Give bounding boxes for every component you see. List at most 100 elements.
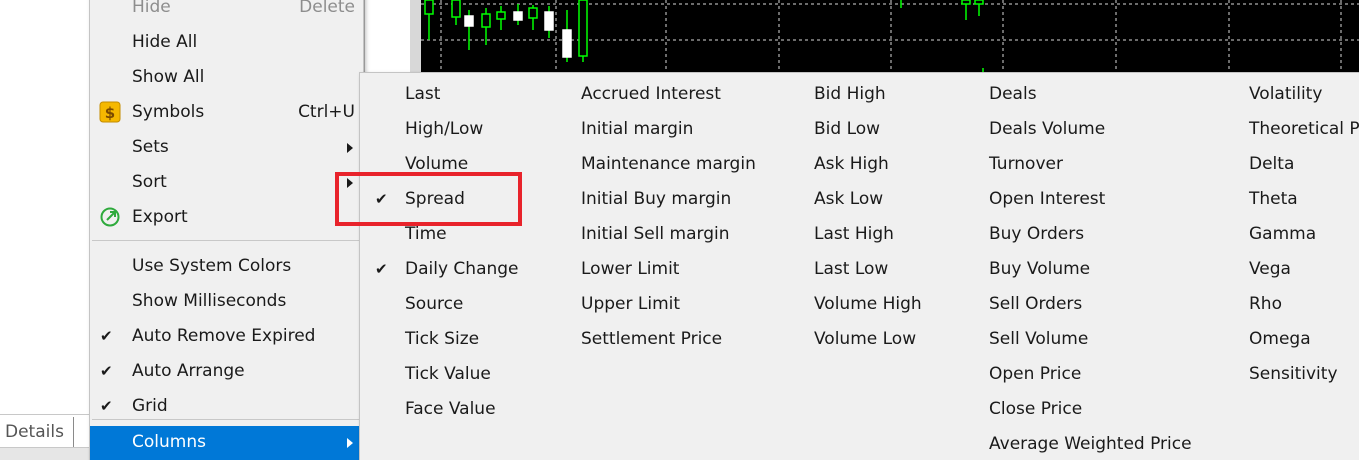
candle-body <box>974 0 984 5</box>
menu-item-hide[interactable]: Hide Delete <box>90 0 363 26</box>
column-option-label: Sensitivity <box>1249 364 1338 384</box>
menu-item-label: Sort <box>132 172 167 192</box>
column-option-label: Close Price <box>989 399 1083 419</box>
column-option-label: Volume High <box>814 294 922 314</box>
column-option-label: Accrued Interest <box>581 84 721 104</box>
candle-body <box>496 11 506 20</box>
symbols-panel: ail <box>0 0 90 460</box>
panel-scrollbar[interactable] <box>0 447 90 460</box>
column-option-label: Volume Low <box>814 329 917 349</box>
menu-item-sets[interactable]: Sets <box>90 131 363 166</box>
column-option-label: Daily Change <box>405 259 519 279</box>
menu-item-label: Symbols <box>132 102 205 122</box>
column-option-label: Time <box>405 224 447 244</box>
column-option-label: Settlement Price <box>581 329 723 349</box>
menu-item-sort[interactable]: Sort <box>90 166 363 201</box>
menu-item-label: Grid <box>132 396 168 416</box>
column-option-label: Average Weighted Price <box>989 434 1192 454</box>
column-option-label: Theoretical Price <box>1249 119 1359 139</box>
columns-submenu: Last High/Low Volume ✔ Spread Time ✔ Daily… <box>359 72 1359 460</box>
annotation-highlight-box <box>335 172 522 226</box>
menu-item-columns[interactable]: Columns <box>90 426 363 460</box>
column-option-label: Buy Volume <box>989 259 1091 279</box>
menu-item-label: Hide All <box>132 32 198 52</box>
column-option-label: Volatility <box>1249 84 1323 104</box>
column-option-label: Deals <box>989 84 1037 104</box>
tab-details[interactable]: Details <box>0 417 74 447</box>
column-option-label: Initial Buy margin <box>581 189 732 209</box>
menu-item-show-all[interactable]: Show All <box>90 61 363 96</box>
menu-item-auto-remove-expired[interactable]: ✔ Auto Remove Expired <box>90 320 363 355</box>
column-option-label: Last Low <box>814 259 889 279</box>
column-option-label: Rho <box>1249 294 1282 314</box>
column-option-label: Volume <box>405 154 469 174</box>
column-option-label: Buy Orders <box>989 224 1085 244</box>
menu-item-label: Hide <box>132 0 171 17</box>
column-option-label: Initial margin <box>581 119 694 139</box>
column-option-label: Vega <box>1249 259 1291 279</box>
column-option-label: Face Value <box>405 399 496 419</box>
menu-item-label: Show Milliseconds <box>132 291 287 311</box>
menu-item-hide-all[interactable]: Hide All <box>90 26 363 61</box>
column-option-label: Sell Orders <box>989 294 1083 314</box>
column-option-label: Maintenance margin <box>581 154 756 174</box>
candle-body <box>451 0 461 18</box>
price-chart[interactable] <box>421 0 1359 72</box>
panel-divider <box>0 414 90 415</box>
candle-body <box>961 0 971 5</box>
candle-body <box>424 0 434 15</box>
candle-body <box>481 13 491 28</box>
market-watch-panel: 505 <box>364 0 410 72</box>
column-option-label: Last High <box>814 224 894 244</box>
menu-item-use-system-colors[interactable]: Use System Colors <box>90 250 363 285</box>
menu-item-label: Show All <box>132 67 205 87</box>
candle-body <box>513 11 523 21</box>
clipped-value: 505 <box>371 0 398 4</box>
column-option-label: Turnover <box>989 154 1063 174</box>
menu-item-label: Columns <box>132 432 206 452</box>
check-icon: ✔ <box>100 362 113 380</box>
candle-body <box>528 7 538 19</box>
menu-item-export[interactable]: Export <box>90 201 363 236</box>
export-icon <box>99 206 121 228</box>
svg-text:$: $ <box>105 104 115 122</box>
column-option-label: Bid Low <box>814 119 881 139</box>
candlestick-chart <box>421 0 1359 72</box>
column-option-label: Open Interest <box>989 189 1106 209</box>
column-option-label: Bid High <box>814 84 886 104</box>
menu-item-label: Use System Colors <box>132 256 292 276</box>
column-option-label: Tick Size <box>405 329 480 349</box>
column-option-label: Omega <box>1249 329 1311 349</box>
column-option-label: Sell Volume <box>989 329 1089 349</box>
menu-item-label: Auto Remove Expired <box>132 326 316 346</box>
column-option-label: Delta <box>1249 154 1295 174</box>
menu-item-shortcut: Ctrl+U <box>298 102 355 122</box>
column-option-label: Gamma <box>1249 224 1317 244</box>
column-option-label: Ask Low <box>814 189 884 209</box>
menu-separator <box>92 240 361 241</box>
column-option-label: Open Price <box>989 364 1082 384</box>
column-option-label: Source <box>405 294 464 314</box>
menu-item-label: Export <box>132 207 188 227</box>
check-icon: ✔ <box>375 260 388 278</box>
candle-body <box>544 11 554 31</box>
column-option-label: Last <box>405 84 441 104</box>
menu-item-shortcut: Delete <box>299 0 355 17</box>
candle-body <box>464 15 474 27</box>
column-option-label: Upper Limit <box>581 294 681 314</box>
candle-body <box>562 29 572 58</box>
column-option-label: Initial Sell margin <box>581 224 730 244</box>
check-icon: ✔ <box>100 327 113 345</box>
dollar-icon: $ <box>99 101 121 123</box>
check-icon: ✔ <box>100 397 113 415</box>
menu-item-auto-arrange[interactable]: ✔ Auto Arrange <box>90 355 363 390</box>
submenu-arrow-icon <box>347 143 353 153</box>
menu-item-show-milliseconds[interactable]: Show Milliseconds <box>90 285 363 320</box>
menu-item-symbols[interactable]: $ Symbols Ctrl+U <box>90 96 363 131</box>
menu-separator <box>92 419 361 420</box>
menu-item-label: Auto Arrange <box>132 361 245 381</box>
market-watch-context-menu: Hide Delete Hide All Show All $ Symbols … <box>89 0 364 460</box>
column-option-label: Deals Volume <box>989 119 1106 139</box>
column-option-label: Ask High <box>814 154 889 174</box>
column-option-label: Theta <box>1249 189 1298 209</box>
